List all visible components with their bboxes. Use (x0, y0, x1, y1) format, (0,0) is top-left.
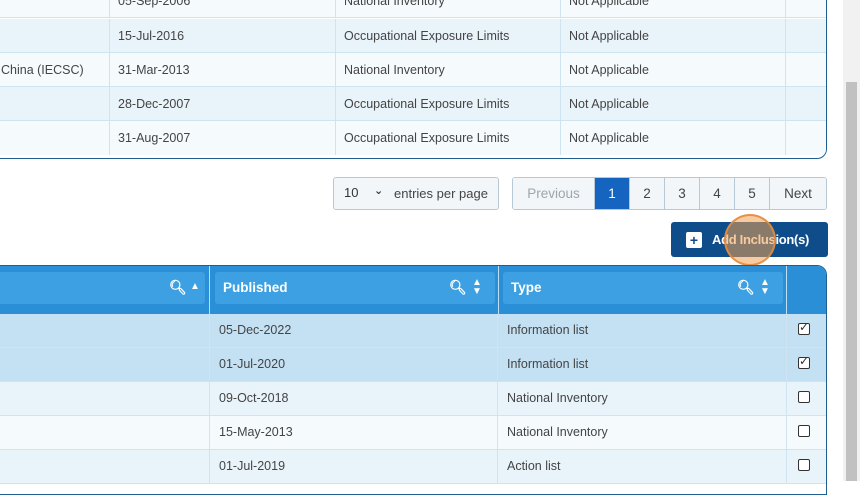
cell-status: Not Applicable (561, 0, 786, 18)
cell-name (1, 0, 110, 18)
table-row: China (IECSC) 31-Mar-2013 National Inven… (0, 53, 826, 87)
cell-status: Not Applicable (561, 19, 786, 53)
cell-published: 01-Jul-2019 (210, 450, 498, 483)
row-checkbox[interactable] (798, 459, 810, 471)
page-button-1[interactable]: 1 (595, 178, 630, 209)
page-button-2[interactable]: 2 (630, 178, 665, 209)
search-icon[interactable]: 🔍︎ (169, 279, 187, 296)
row-checkbox[interactable] (798, 391, 810, 403)
pagination: Previous 1 2 3 4 5 Next (512, 177, 827, 210)
table-row[interactable]: 01-Jul-2020 Information list ✓ (0, 348, 826, 382)
table-row: 15-Jul-2016 Occupational Exposure Limits… (0, 19, 826, 53)
cell-published: 01-Jul-2020 (210, 348, 498, 381)
cell-date: 05-Sep-2006 (110, 0, 336, 18)
cell-type: National Inventory (336, 53, 561, 87)
cell-published: 15-May-2013 (210, 416, 498, 449)
cell-published: 09-Oct-2018 (210, 382, 498, 415)
cell-type: National Inventory (498, 382, 787, 415)
cell-date: 31-Mar-2013 (110, 53, 336, 87)
table-header: 🔍︎ ▲ Published 🔍︎ ▲ ▼ Type 🔍︎ ▲ ▼ (0, 266, 826, 314)
table-row[interactable]: 09-Oct-2018 National Inventory (0, 382, 826, 416)
entries-per-page-select[interactable]: 10 ⌄ entries per page (333, 177, 499, 210)
cell-date: 31-Aug-2007 (110, 121, 336, 155)
cell-status: Not Applicable (561, 53, 786, 87)
cell-date: 15-Jul-2016 (110, 19, 336, 53)
page-button-3[interactable]: 3 (665, 178, 700, 209)
table-row: 28-Dec-2007 Occupational Exposure Limits… (0, 87, 826, 121)
cell-status: Not Applicable (561, 87, 786, 121)
sort-icon[interactable]: ▲ ▼ (472, 278, 482, 297)
per-page-dropdown[interactable]: 10 ⌄ (344, 185, 390, 203)
sort-asc-icon[interactable]: ▲ (190, 282, 200, 292)
plus-square-icon: + (686, 232, 702, 248)
cell-name (1, 121, 110, 155)
column-divider (786, 266, 787, 314)
per-page-value: 10 (344, 185, 359, 200)
type-header-label: Type (511, 280, 542, 295)
published-header-label: Published (223, 280, 288, 295)
check-icon: ✓ (799, 320, 810, 334)
table-row: 31-Aug-2007 Occupational Exposure Limits… (0, 121, 826, 155)
cell-type: Information list (498, 314, 787, 347)
cell-name (0, 348, 210, 381)
page-button-4[interactable]: 4 (700, 178, 735, 209)
cell-type: Information list (498, 348, 787, 381)
column-divider (209, 266, 210, 314)
check-icon: ✓ (799, 354, 810, 368)
cell-name (0, 314, 210, 347)
cell-type: Action list (498, 450, 787, 483)
cell-date: 28-Dec-2007 (110, 87, 336, 121)
name-column-header[interactable]: 🔍︎ ▲ (0, 272, 205, 304)
published-column-header[interactable]: Published 🔍︎ ▲ ▼ (215, 272, 495, 304)
click-indicator (724, 214, 776, 266)
cell-name (0, 382, 210, 415)
lower-results-table: 🔍︎ ▲ Published 🔍︎ ▲ ▼ Type 🔍︎ ▲ ▼ 05-Dec-2… (0, 265, 827, 495)
cell-name: China (IECSC) (0, 53, 110, 87)
cell-type: Occupational Exposure Limits (336, 87, 561, 121)
page-button-5[interactable]: 5 (735, 178, 770, 209)
row-checkbox[interactable]: ✓ (798, 320, 810, 335)
sort-icon[interactable]: ▲ ▼ (760, 278, 770, 297)
search-icon[interactable]: 🔍︎ (737, 279, 755, 296)
table-row: 05-Sep-2006 National Inventory Not Appli… (0, 0, 826, 18)
cell-type: National Inventory (336, 0, 561, 18)
table-row[interactable]: 01-Jul-2019 Action list (0, 450, 826, 484)
per-page-label: entries per page (394, 186, 488, 201)
next-page-button[interactable]: Next (770, 178, 826, 209)
column-divider (498, 266, 499, 314)
search-icon[interactable]: 🔍︎ (449, 279, 467, 296)
row-checkbox[interactable]: ✓ (798, 354, 810, 369)
cell-status: Not Applicable (561, 121, 786, 155)
row-checkbox[interactable] (798, 425, 810, 437)
cell-name (1, 19, 110, 53)
scrollbar-thumb[interactable] (846, 82, 857, 481)
previous-page-button[interactable]: Previous (513, 178, 595, 209)
cell-type: National Inventory (498, 416, 787, 449)
cell-name (0, 450, 210, 483)
cell-published: 05-Dec-2022 (210, 314, 498, 347)
chevron-down-icon: ⌄ (374, 185, 384, 197)
cell-type: Occupational Exposure Limits (336, 121, 561, 155)
cell-name (0, 416, 210, 449)
type-column-header[interactable]: Type 🔍︎ ▲ ▼ (503, 272, 783, 304)
cell-name (1, 87, 110, 121)
table-row[interactable]: 15-May-2013 National Inventory (0, 416, 826, 450)
upper-results-table: 05-Sep-2006 National Inventory Not Appli… (0, 0, 827, 159)
cell-type: Occupational Exposure Limits (336, 19, 561, 53)
table-row[interactable]: 05-Dec-2022 Information list ✓ (0, 314, 826, 348)
